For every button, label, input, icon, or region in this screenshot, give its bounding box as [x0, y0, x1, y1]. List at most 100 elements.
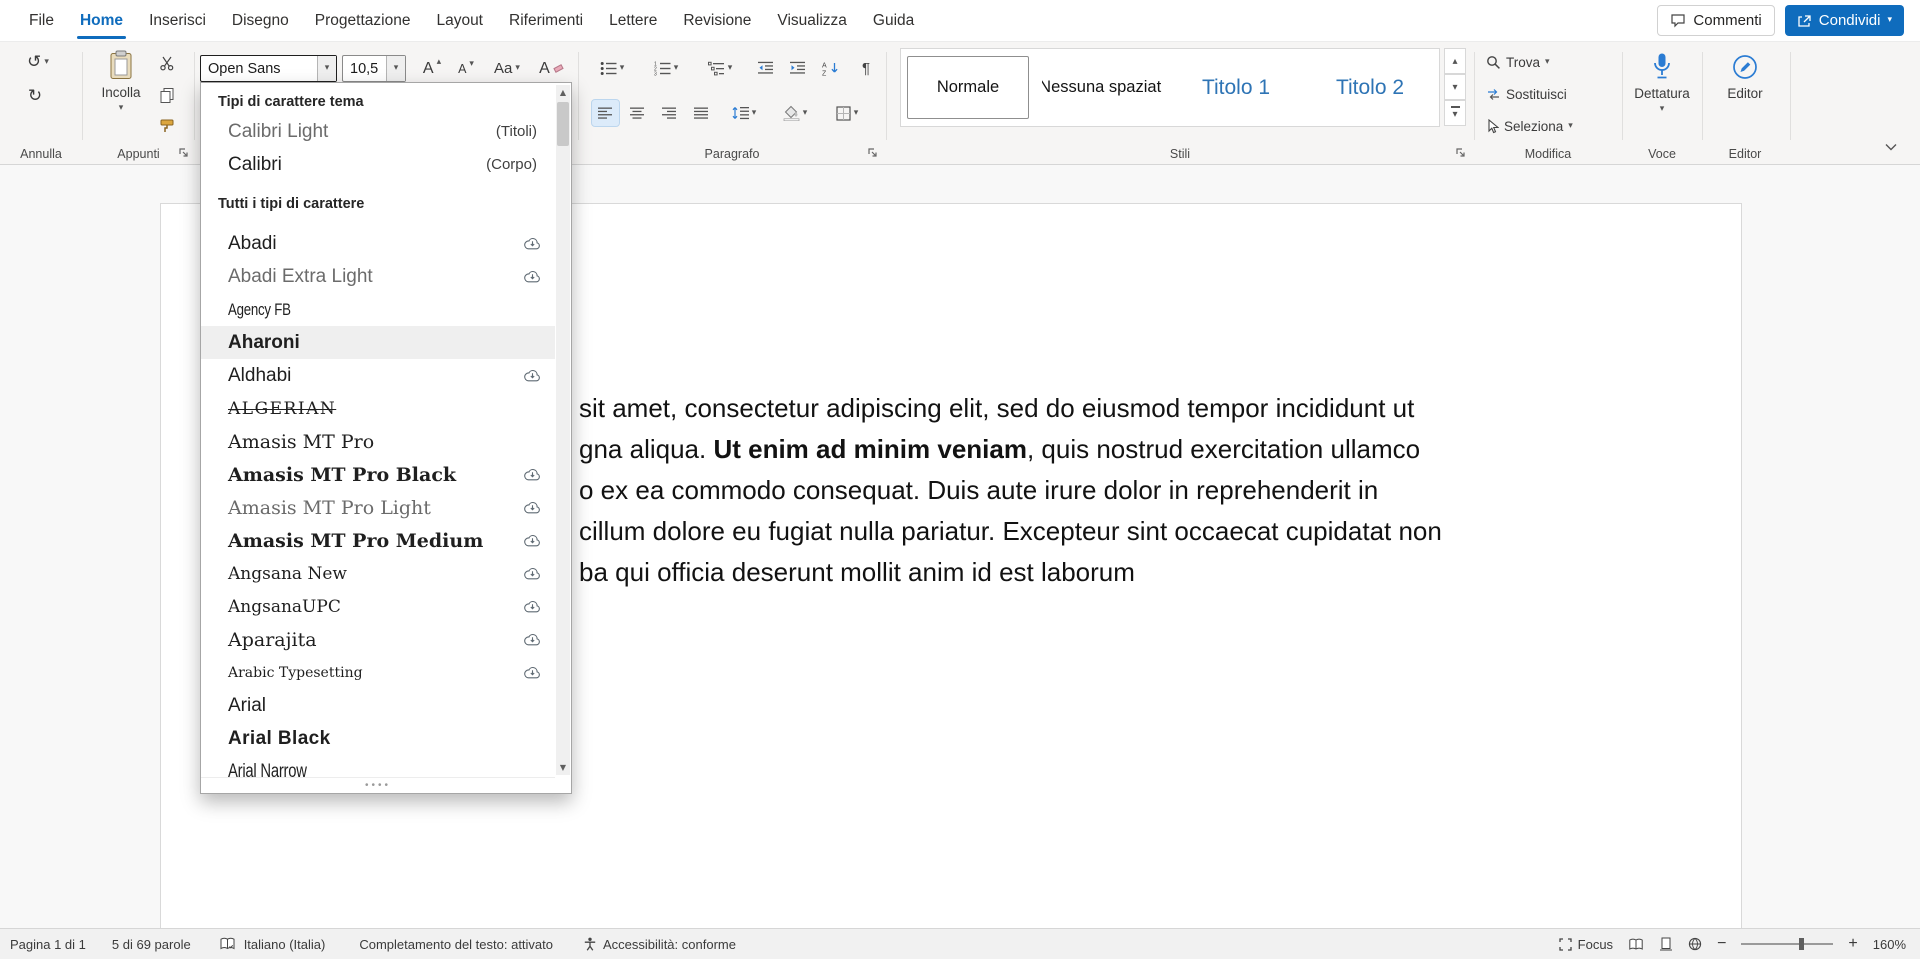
scroll-down-arrow[interactable]: ▼ [556, 760, 570, 775]
grow-font-button[interactable]: A▴ [416, 55, 448, 82]
menu-tab-home[interactable]: Home [67, 0, 136, 41]
scrollbar-thumb[interactable] [557, 102, 569, 146]
proofing-status[interactable] [219, 937, 236, 951]
language-indicator[interactable]: Italiano (Italia) [244, 937, 326, 952]
menu-tab-inserisci[interactable]: Inserisci [136, 0, 219, 41]
font-option-angsana-new[interactable]: Angsana New [201, 557, 555, 590]
font-option-arial[interactable]: Arial [201, 689, 555, 722]
styles-more-button[interactable]: ▾ [1444, 100, 1466, 126]
page-indicator[interactable]: Pagina 1 di 1 [10, 937, 86, 952]
menu-tab-layout[interactable]: Layout [423, 0, 496, 41]
comments-button[interactable]: Commenti [1657, 5, 1774, 36]
font-name-combo[interactable]: Open Sans ▾ [200, 55, 337, 82]
document-text[interactable]: sit amet, consectetur adipiscing elit, s… [579, 388, 1619, 593]
line-spacing-button[interactable]: ▾ [724, 100, 764, 126]
change-case-button[interactable]: Aa▾ [486, 55, 528, 82]
font-option-aharoni[interactable]: Aharoni [201, 326, 555, 359]
font-option-abadi[interactable]: Abadi [201, 227, 555, 260]
style-titolo-1[interactable]: Titolo 1 [1175, 56, 1297, 119]
align-left-button[interactable] [592, 100, 619, 126]
multilevel-list-button[interactable]: ▾ [700, 55, 740, 81]
styles-scroll-down-button[interactable]: ▾ [1444, 74, 1466, 100]
styles-scroll-up-button[interactable]: ▴ [1444, 48, 1466, 74]
find-button[interactable]: Trova ▾ [1486, 55, 1550, 70]
format-painter-button[interactable] [155, 114, 179, 138]
justify-button[interactable] [688, 100, 715, 126]
font-size-combo[interactable]: 10,5 ▾ [342, 55, 406, 82]
font-option-algerian[interactable]: ALGERIAN [201, 392, 555, 425]
shrink-font-button[interactable]: A▾ [452, 55, 480, 82]
svg-text:3: 3 [654, 71, 657, 75]
align-right-button[interactable] [656, 100, 683, 126]
font-option-calibri[interactable]: Calibri(Corpo) [201, 148, 555, 181]
focus-mode-button[interactable]: Focus [1559, 937, 1613, 952]
sort-button[interactable]: AZ [816, 55, 846, 81]
scroll-up-arrow[interactable]: ▲ [556, 85, 570, 100]
menubar-right: Commenti Condividi ▾ [1657, 5, 1920, 36]
style-normale[interactable]: Normale [907, 56, 1029, 119]
decrease-indent-button[interactable] [752, 55, 779, 81]
copy-button[interactable] [155, 83, 179, 107]
font-option-amasis-mt-pro-light[interactable]: Amasis MT Pro Light [201, 491, 555, 524]
dropdown-resize-grip[interactable]: •••• [201, 777, 555, 793]
read-mode-button[interactable] [1628, 938, 1644, 951]
numbering-button[interactable]: 123 ▾ [646, 55, 686, 81]
zoom-out-button[interactable]: − [1717, 936, 1726, 952]
paste-button[interactable]: Incolla ▾ [95, 44, 147, 144]
dictate-button[interactable]: Dettatura ▾ [1632, 46, 1692, 144]
menu-tab-lettere[interactable]: Lettere [596, 0, 670, 41]
increase-indent-button[interactable] [784, 55, 811, 81]
font-dropdown-scrollbar[interactable]: ▲ ▼ [556, 85, 570, 775]
cut-button[interactable] [155, 51, 179, 75]
font-size-dropdown-button[interactable]: ▾ [386, 56, 405, 81]
menu-tab-riferimenti[interactable]: Riferimenti [496, 0, 596, 41]
font-option-calibri-light[interactable]: Calibri Light(Titoli) [201, 115, 555, 148]
menu-tab-revisione[interactable]: Revisione [670, 0, 764, 41]
menu-tab-file[interactable]: File [16, 0, 67, 41]
print-layout-button[interactable] [1659, 937, 1673, 951]
web-layout-button[interactable] [1688, 937, 1702, 951]
font-option-amasis-mt-pro-medium[interactable]: Amasis MT Pro Medium [201, 524, 555, 557]
font-option-angsanaupc[interactable]: AngsanaUPC [201, 590, 555, 623]
all-fonts-section: AbadiAbadi Extra LightAgency FBAharoniAl… [201, 227, 555, 777]
menu-bar: FileHomeInserisciDisegnoProgettazioneLay… [0, 0, 1920, 42]
menu-tab-visualizza[interactable]: Visualizza [764, 0, 860, 41]
bullets-button[interactable]: ▾ [592, 55, 632, 81]
share-button[interactable]: Condividi ▾ [1785, 5, 1904, 36]
zoom-slider-thumb[interactable] [1799, 938, 1804, 950]
font-option-arial-black[interactable]: Arial Black [201, 722, 555, 755]
shading-button[interactable]: ▾ [774, 100, 816, 126]
accessibility-status[interactable]: Accessibilità: conforme [583, 937, 736, 952]
align-center-button[interactable] [624, 100, 651, 126]
text-completion-status[interactable]: Completamento del testo: attivato [359, 937, 553, 952]
font-option-amasis-mt-pro-black[interactable]: Amasis MT Pro Black [201, 458, 555, 491]
show-paragraph-marks-button[interactable]: ¶ [852, 55, 880, 81]
word-count[interactable]: 5 di 69 parole [112, 937, 191, 952]
clear-formatting-button[interactable]: A [534, 55, 568, 82]
collapse-ribbon-button[interactable] [1878, 136, 1904, 158]
font-option-abadi-extra-light[interactable]: Abadi Extra Light [201, 260, 555, 293]
select-button[interactable]: Seleziona ▾ [1486, 119, 1573, 134]
menu-tab-progettazione[interactable]: Progettazione [302, 0, 424, 41]
editor-button[interactable]: Editor [1717, 46, 1773, 144]
menu-tab-disegno[interactable]: Disegno [219, 0, 302, 41]
font-option-amasis-mt-pro[interactable]: Amasis MT Pro [201, 425, 555, 458]
font-option-arial-narrow[interactable]: Arial Narrow [201, 755, 555, 777]
zoom-in-button[interactable]: + [1848, 936, 1857, 952]
borders-button[interactable]: ▾ [826, 100, 868, 126]
style-titolo-2[interactable]: Titolo 2 [1309, 56, 1431, 119]
font-option-aldhabi[interactable]: Aldhabi [201, 359, 555, 392]
undo-button[interactable]: ↺▾ [18, 49, 58, 75]
redo-button[interactable]: ↻ [22, 83, 48, 109]
font-option-agency-fb[interactable]: Agency FB [201, 293, 555, 326]
zoom-level[interactable]: 160% [1873, 937, 1906, 952]
pilcrow-icon: ¶ [862, 60, 870, 77]
zoom-slider[interactable] [1741, 943, 1833, 945]
replace-button[interactable]: Sostituisci [1486, 87, 1567, 102]
font-option-aparajita[interactable]: Aparajita [201, 623, 555, 656]
menu-tab-guida[interactable]: Guida [860, 0, 927, 41]
style-nessuna-spaziati[interactable]: Nessuna spaziati [1041, 56, 1163, 119]
chevron-down-icon: ▾ [1887, 16, 1892, 25]
font-name-dropdown-button[interactable]: ▾ [317, 56, 336, 81]
font-option-arabic-typesetting[interactable]: Arabic Typesetting [201, 656, 555, 689]
